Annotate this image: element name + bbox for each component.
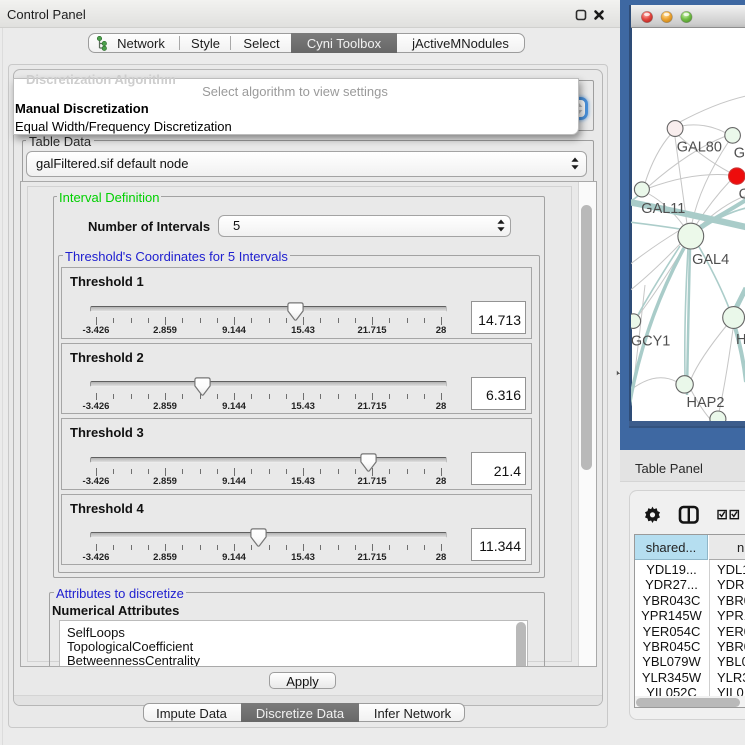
svg-text:HIS7: HIS7 xyxy=(736,332,745,348)
svg-text:GAL4: GAL4 xyxy=(692,252,729,268)
svg-text:HAP2: HAP2 xyxy=(687,395,725,411)
svg-text:GAL1: GAL1 xyxy=(734,146,745,162)
svg-text:GAL80: GAL80 xyxy=(677,140,722,156)
svg-text:CDC1: CDC1 xyxy=(739,186,745,202)
svg-text:GCY1: GCY1 xyxy=(631,333,670,349)
svg-text:GAL11: GAL11 xyxy=(641,201,685,217)
